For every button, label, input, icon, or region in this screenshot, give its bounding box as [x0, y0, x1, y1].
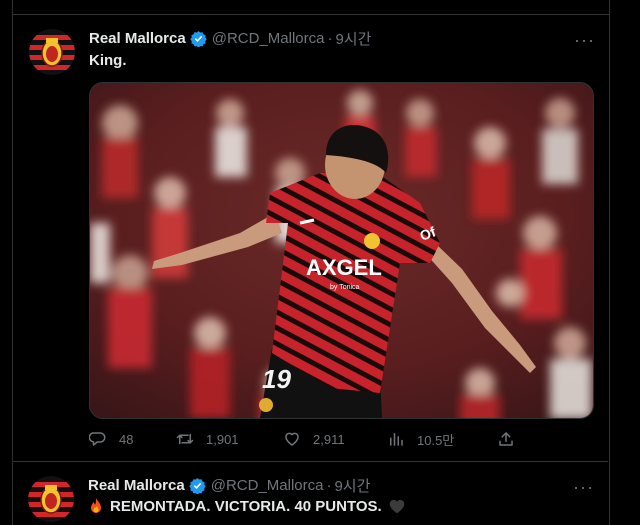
tweet[interactable]: Real Mallorca @RCD_Mallorca · 9시간 ··· RE… — [12, 462, 608, 525]
retweet-count: 1,901 — [206, 431, 239, 447]
more-options-icon[interactable]: ··· — [574, 31, 595, 49]
like-count: 2,911 — [313, 431, 345, 447]
share-icon — [497, 430, 515, 448]
retweet-icon — [176, 430, 194, 448]
author-handle[interactable]: @RCD_Mallorca — [211, 477, 324, 494]
verified-badge-icon — [190, 30, 207, 47]
more-options-icon[interactable]: ··· — [573, 478, 594, 496]
author-handle[interactable]: @RCD_Mallorca — [212, 30, 325, 47]
separator-dot: · — [326, 476, 332, 494]
reply-count: 48 — [119, 431, 134, 447]
tweet-header: Real Mallorca @RCD_Mallorca · 9시간 — [89, 27, 371, 49]
views-icon — [387, 430, 405, 448]
verified-badge-icon — [189, 477, 206, 494]
tweet-text: King. — [89, 52, 127, 69]
like-button[interactable]: 2,911 — [283, 430, 387, 448]
reply-button[interactable]: 48 — [89, 430, 176, 448]
retweet-button[interactable]: 1,901 — [176, 430, 283, 448]
author-name[interactable]: Real Mallorca — [88, 477, 185, 494]
tweet-text-row: REMONTADA. VICTORIA. 40 PUNTOS. — [88, 497, 406, 515]
timestamp[interactable]: 9시간 — [334, 475, 370, 496]
tweet-text: REMONTADA. VICTORIA. 40 PUNTOS. — [110, 497, 382, 515]
heart-icon — [283, 430, 301, 448]
tweet-header: Real Mallorca @RCD_Mallorca · 9시간 — [88, 474, 370, 496]
tweet-actions: 48 1,901 2,911 10.5만 — [89, 427, 529, 451]
author-name[interactable]: Real Mallorca — [89, 30, 186, 47]
avatar[interactable] — [29, 29, 75, 75]
views-count: 10.5만 — [417, 432, 455, 448]
share-button[interactable] — [497, 430, 527, 448]
sponsor-subtext: by Tonica — [330, 284, 360, 291]
timestamp[interactable]: 9시간 — [335, 28, 371, 49]
sponsor-logo: AXGEL — [306, 255, 382, 280]
reply-icon — [89, 430, 107, 448]
avatar[interactable] — [28, 476, 74, 522]
tweet[interactable]: Real Mallorca @RCD_Mallorca · 9시간 ··· Ki… — [13, 15, 609, 461]
fire-emoji-icon — [88, 497, 104, 515]
tweet-photo[interactable]: AXGEL by Tonica Of 19 — [89, 82, 594, 419]
black-heart-emoji-icon — [388, 498, 406, 514]
views-button[interactable]: 10.5만 — [387, 430, 497, 449]
jersey-number: 19 — [262, 364, 291, 394]
separator-dot: · — [327, 29, 333, 47]
timeline-column: Real Mallorca @RCD_Mallorca · 9시간 ··· Ki… — [12, 0, 610, 525]
